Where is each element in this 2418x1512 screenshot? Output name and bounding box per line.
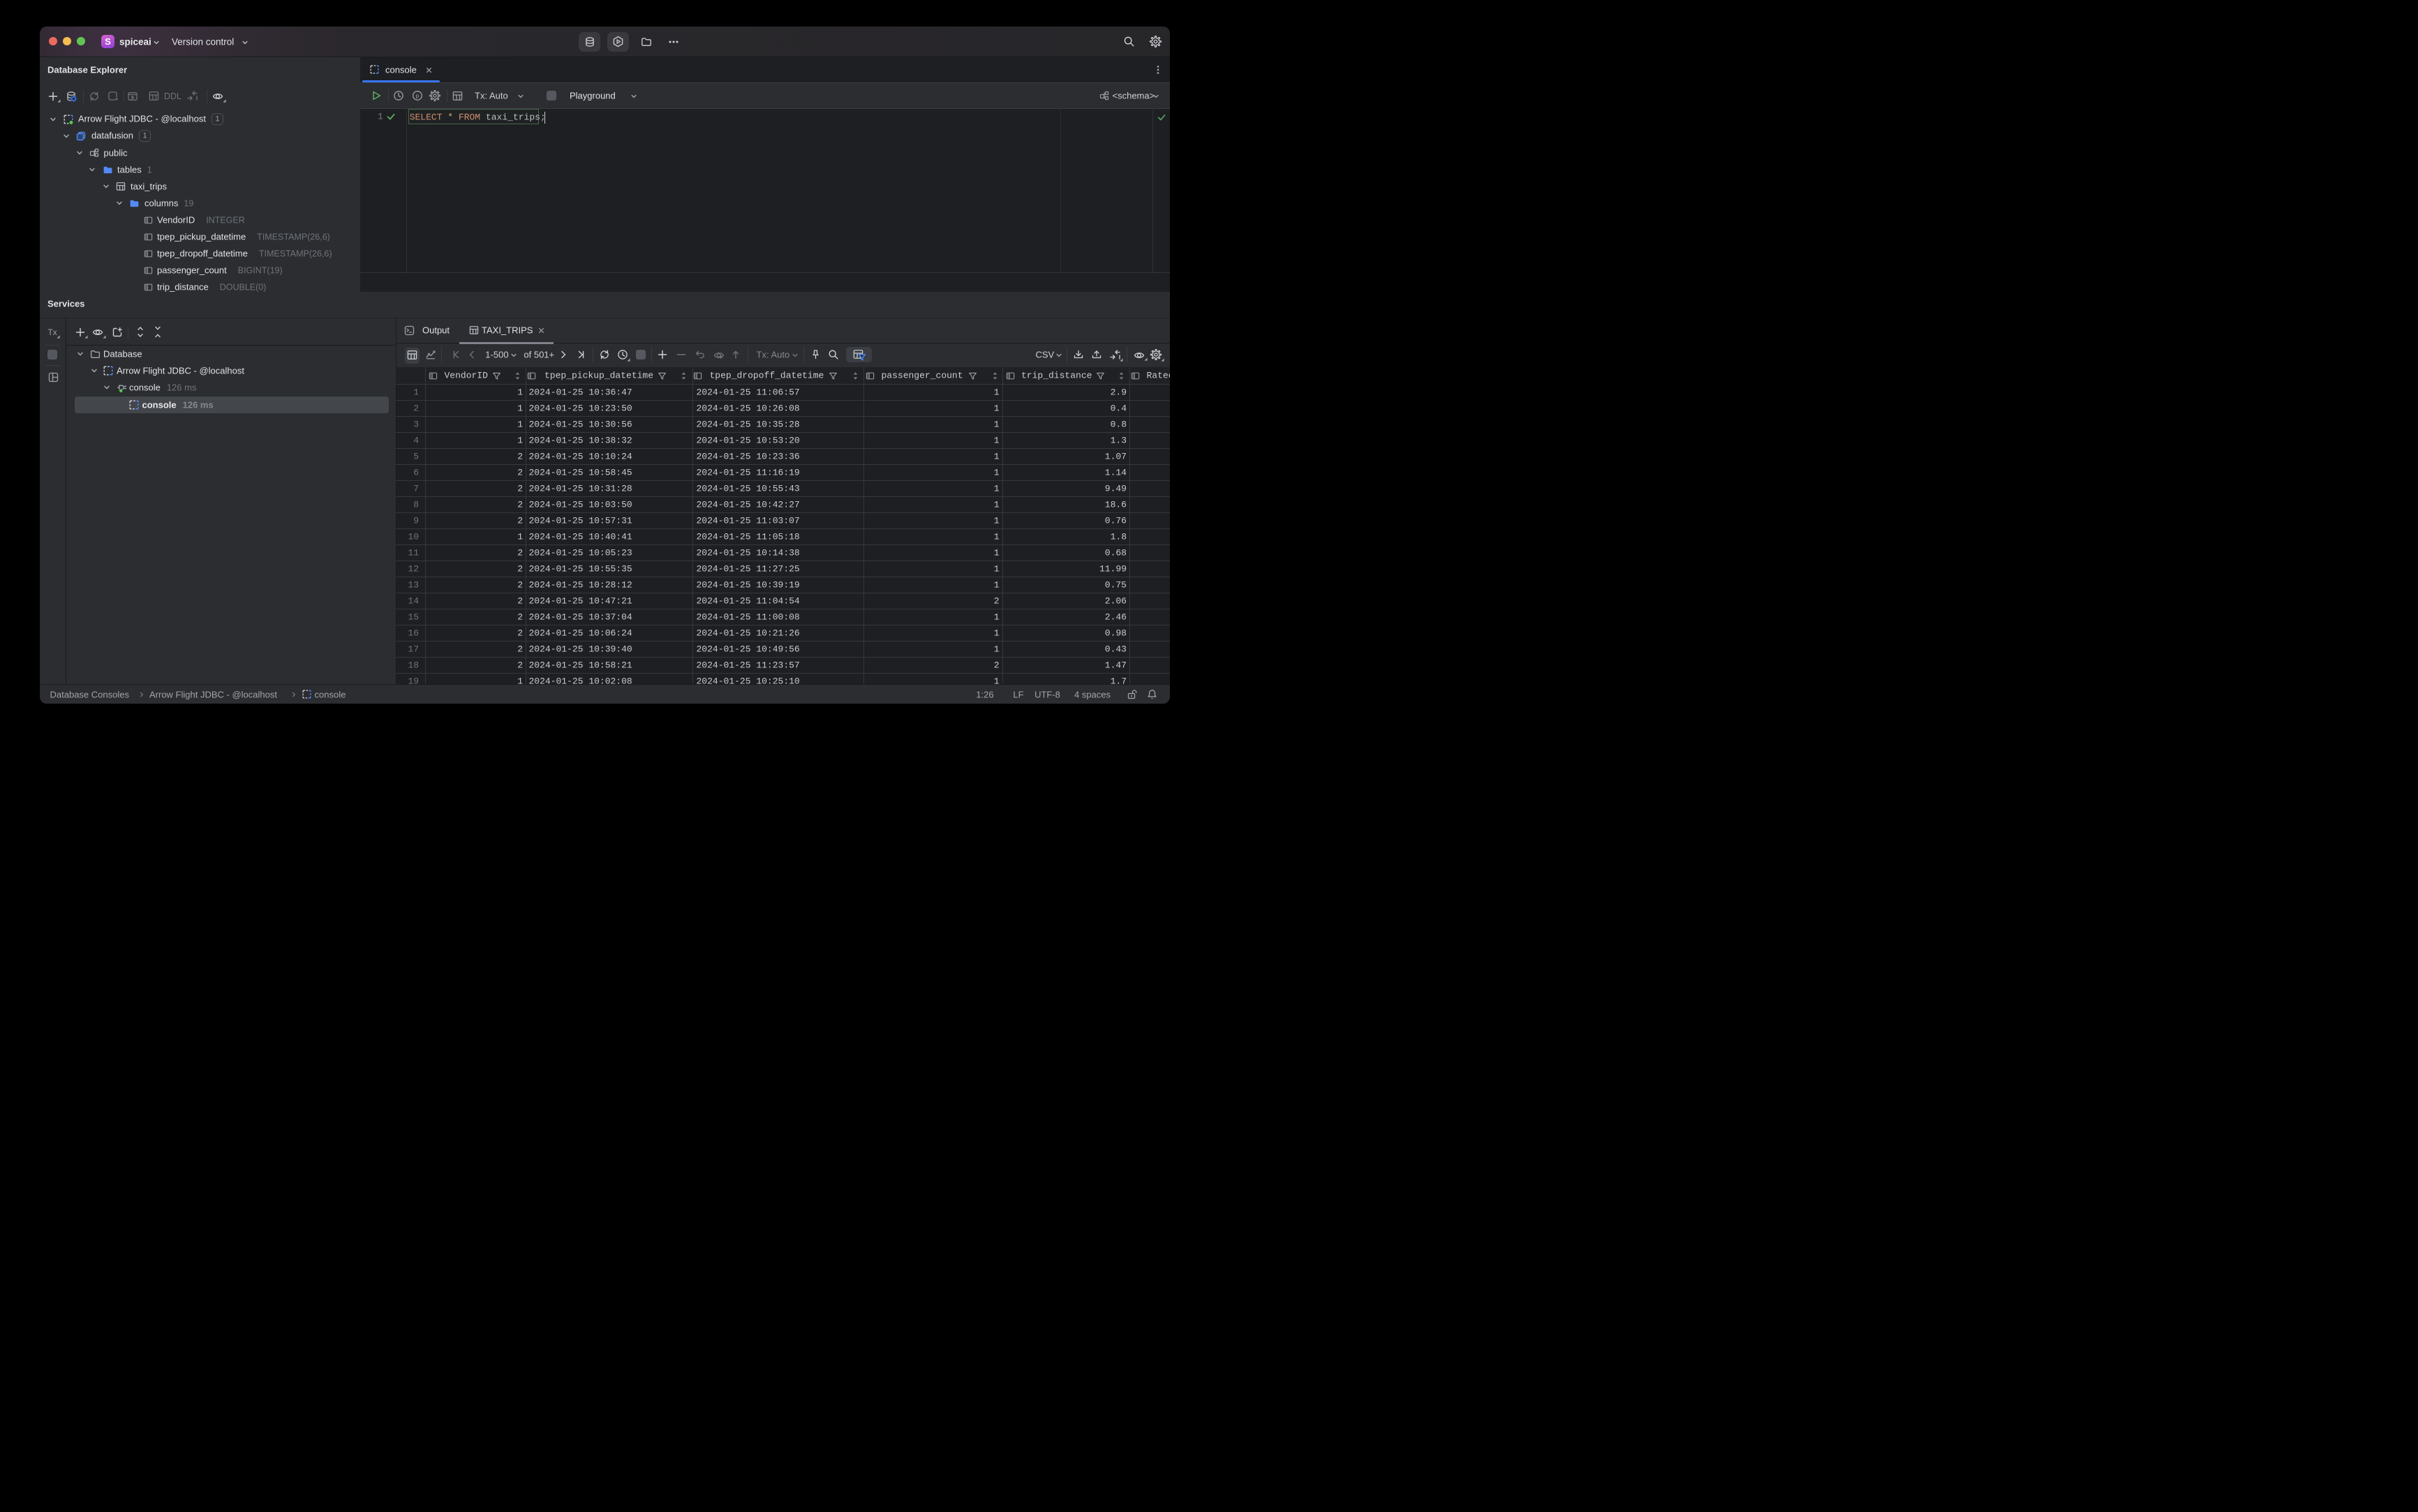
svg-text:Tx: Tx	[47, 327, 57, 337]
svg-text:p: p	[415, 92, 419, 99]
